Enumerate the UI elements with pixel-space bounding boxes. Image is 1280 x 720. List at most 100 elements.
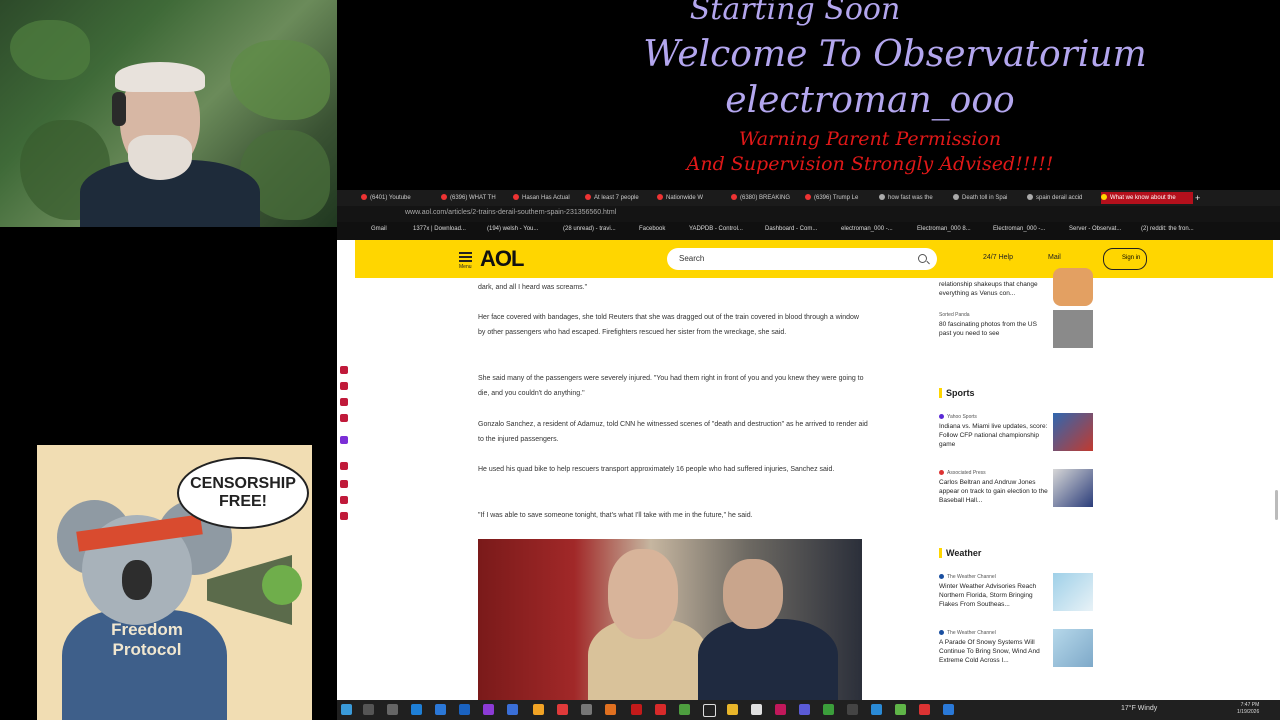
search-input[interactable]: Search: [667, 248, 937, 270]
task-view-icon[interactable]: [387, 704, 398, 715]
welcome-text: Welcome To Observatorium: [643, 34, 1147, 75]
article-paragraph: "If I was able to save someone tonight, …: [478, 512, 753, 519]
search-icon[interactable]: [918, 254, 927, 263]
tab-strip: (6401) Youtube (6396) WHAT TH Hasan Has …: [337, 190, 1280, 206]
bookmark-item[interactable]: Gmail: [371, 226, 387, 232]
aol-header: Menu AOL Search 24/7 Help Mail Sign in: [355, 240, 1273, 278]
browser-tab[interactable]: (6380) BREAKING: [731, 192, 803, 204]
app-icon[interactable]: [919, 704, 930, 715]
app-icon[interactable]: [679, 704, 690, 715]
menu-icon[interactable]: Menu: [459, 252, 472, 270]
app-icon[interactable]: [483, 704, 494, 715]
sidebar-app-icon[interactable]: [340, 462, 348, 470]
twitch-icon[interactable]: [340, 436, 348, 444]
bookmark-item[interactable]: (28 unread) - travi...: [563, 226, 616, 232]
section-title-sports[interactable]: Sports: [939, 388, 975, 398]
app-icon[interactable]: [823, 704, 834, 715]
bookmark-item[interactable]: electroman_000 -...: [841, 226, 893, 232]
sidebar-app-icon[interactable]: [340, 496, 348, 504]
search-icon[interactable]: [363, 704, 374, 715]
browser-tab[interactable]: (6396) Trump Le: [805, 192, 877, 204]
article-paragraph: Gonzalo Sanchez, a resident of Adamuz, t…: [478, 421, 868, 443]
opera-icon[interactable]: [631, 704, 642, 715]
bookmark-item[interactable]: Electroman_000 -...: [993, 226, 1045, 232]
url-text[interactable]: www.aol.com/articles/2-trains-derail-sou…: [405, 209, 616, 216]
app-icon[interactable]: [605, 704, 616, 715]
app-icon[interactable]: [751, 704, 762, 715]
chrome-icon[interactable]: [727, 704, 738, 715]
new-tab-icon[interactable]: +: [1195, 192, 1205, 204]
help-link[interactable]: 24/7 Help: [983, 254, 1013, 261]
app-icon[interactable]: [557, 704, 568, 715]
article-paragraph: Her face covered with bandages, she told…: [478, 314, 859, 336]
scrollbar[interactable]: [1275, 490, 1278, 520]
article-paragraph: He used his quad bike to help rescuers t…: [478, 466, 835, 473]
sidebar-app-icon[interactable]: [340, 382, 348, 390]
rail-thumbnail[interactable]: [1053, 469, 1093, 507]
taskbar: 17°F Windy 7:47 PM 1/19/2026: [337, 700, 1280, 720]
sidebar-app-icon[interactable]: [340, 480, 348, 488]
browser-tab-active[interactable]: What we know about the: [1101, 192, 1193, 204]
browser-window: (6401) Youtube (6396) WHAT TH Hasan Has …: [337, 190, 1280, 700]
start-icon[interactable]: [341, 704, 352, 715]
warning-line-1: Warning Parent Permission: [738, 128, 1002, 150]
app-icon[interactable]: [533, 704, 544, 715]
app-icon[interactable]: [943, 704, 954, 715]
koala-mascot-image: CENSORSHIP FREE! Freedom Protocol: [37, 445, 312, 720]
browser-tab[interactable]: At least 7 people: [585, 192, 655, 204]
app-icon[interactable]: [775, 704, 786, 715]
app-icon[interactable]: [459, 704, 470, 715]
section-title-weather[interactable]: Weather: [939, 548, 981, 558]
signin-button[interactable]: Sign in: [1103, 248, 1147, 270]
app-icon[interactable]: [435, 704, 446, 715]
bookmark-item[interactable]: (2) reddit: the fron...: [1141, 226, 1194, 232]
channel-name: electroman_ooo: [725, 80, 1015, 121]
app-icon[interactable]: [703, 704, 716, 717]
rail-thumbnail[interactable]: [1053, 413, 1093, 451]
edge-icon[interactable]: [411, 704, 422, 715]
starting-soon-text: Starting Soon: [689, 0, 901, 27]
mail-link[interactable]: Mail: [1048, 254, 1061, 261]
bookmark-item[interactable]: Electroman_000 8...: [917, 226, 971, 232]
webcam-feed: [0, 0, 337, 227]
browser-tab[interactable]: spain derail accid: [1027, 192, 1099, 204]
browser-tab[interactable]: how fast was the: [879, 192, 951, 204]
speech-bubble: CENSORSHIP FREE!: [177, 457, 309, 529]
weather-widget[interactable]: 17°F Windy: [1121, 705, 1157, 712]
address-bar[interactable]: www.aol.com/articles/2-trains-derail-sou…: [337, 206, 1280, 222]
app-icon[interactable]: [581, 704, 592, 715]
sidebar-app-icon[interactable]: [340, 366, 348, 374]
clock[interactable]: 7:47 PM 1/19/2026: [1237, 702, 1259, 716]
app-icon[interactable]: [507, 704, 518, 715]
app-icon[interactable]: [655, 704, 666, 715]
article-paragraph: dark, and all I heard was screams.": [478, 284, 588, 291]
article-paragraph: She said many of the passengers were sev…: [478, 375, 864, 397]
bookmark-item[interactable]: Server - Observat...: [1069, 226, 1121, 232]
bookmark-item[interactable]: Facebook: [639, 226, 665, 232]
bookmarks-bar: Gmail 1377x | Download... (194) welsh - …: [337, 222, 1280, 240]
sidebar-app-icon[interactable]: [340, 398, 348, 406]
article-photo: [478, 539, 862, 700]
bookmark-item[interactable]: YADPDB - Control...: [689, 226, 743, 232]
sidebar-app-icon[interactable]: [340, 512, 348, 520]
app-icon[interactable]: [895, 704, 906, 715]
bookmark-item[interactable]: 1377x | Download...: [413, 226, 466, 232]
bookmark-item[interactable]: Dashboard - Com...: [765, 226, 817, 232]
browser-tab[interactable]: Hasan Has Actual: [513, 192, 583, 204]
hoodie-text: Freedom Protocol: [111, 620, 183, 659]
bookmark-item[interactable]: (194) welsh - You...: [487, 226, 538, 232]
rail-thumbnail[interactable]: [1053, 310, 1093, 348]
browser-tab[interactable]: Death toll in Spai: [953, 192, 1025, 204]
app-icon[interactable]: [871, 704, 882, 715]
app-icon[interactable]: [847, 704, 858, 715]
sidebar-app-icon[interactable]: [340, 414, 348, 422]
app-icon[interactable]: [799, 704, 810, 715]
browser-tab[interactable]: Nationwide W: [657, 192, 729, 204]
aol-logo[interactable]: AOL: [480, 246, 524, 272]
rail-thumbnail[interactable]: [1053, 629, 1093, 667]
browser-tab[interactable]: (6401) Youtube: [361, 192, 439, 204]
rail-thumbnail[interactable]: [1053, 268, 1093, 306]
rail-thumbnail[interactable]: [1053, 573, 1093, 611]
browser-tab[interactable]: (6396) WHAT TH: [441, 192, 511, 204]
warning-line-2: And Supervision Strongly Advised!!!!!: [686, 153, 1054, 175]
